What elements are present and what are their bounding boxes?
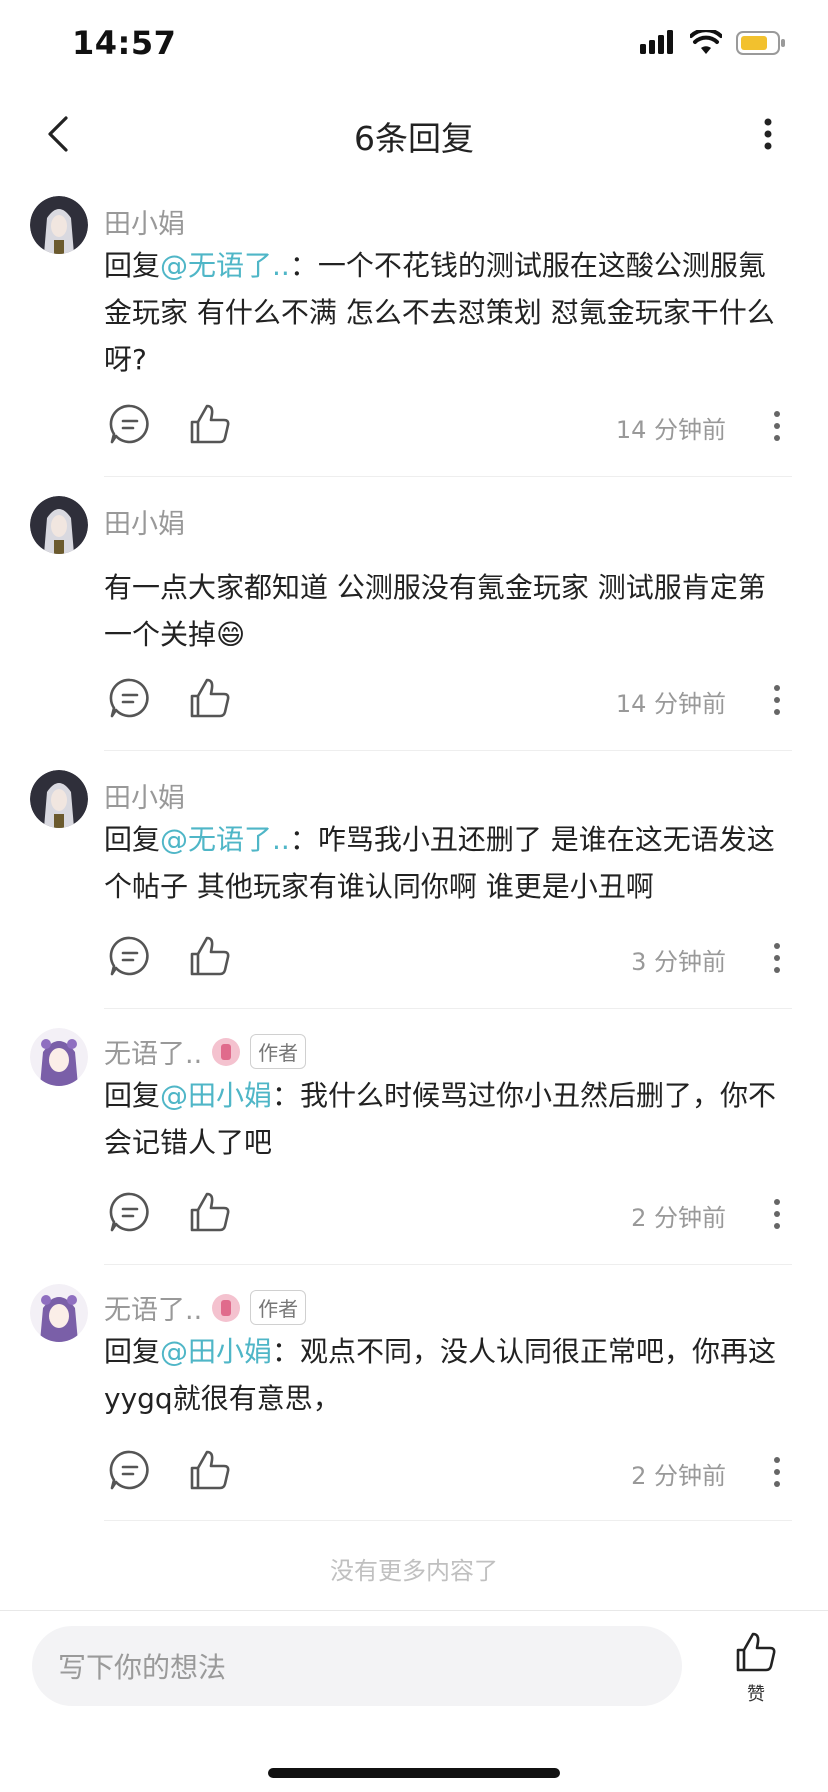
more-vertical-icon[interactable] [768, 1452, 786, 1492]
divider [104, 1520, 792, 1521]
like-icon[interactable] [188, 402, 232, 446]
cellular-signal-icon [640, 30, 673, 54]
home-indicator[interactable] [268, 1768, 560, 1778]
author-name[interactable]: 无语了.. [104, 1288, 202, 1327]
user-avatar[interactable] [30, 496, 88, 554]
action-row: 14 分钟前 [104, 676, 792, 724]
divider [0, 1610, 828, 1611]
mention-link[interactable]: @无语了.. [160, 823, 290, 856]
divider [104, 1008, 792, 1009]
author-row: 无语了.. 作者 [104, 1288, 307, 1327]
more-vertical-icon[interactable] [768, 406, 786, 446]
reply-prefix: 回复 [104, 823, 161, 856]
no-more-content: 没有更多内容了 [330, 1557, 498, 1585]
mention-link[interactable]: @田小娟 [160, 1079, 272, 1112]
like-icon[interactable] [188, 1448, 232, 1492]
like-button[interactable]: 赞 [726, 1630, 786, 1706]
comment-body: 有一点大家都知道 公测服没有氪金玩家 测试服肯定第一个关掉😄 [104, 571, 766, 651]
mention-colon: ： [289, 823, 318, 856]
author-row: 田小娟 [104, 202, 185, 241]
action-row: 14 分钟前 [104, 402, 792, 450]
like-icon[interactable] [188, 934, 232, 978]
comment-time: 14 分钟前 [615, 690, 726, 718]
page-title: 6条回复 [354, 119, 474, 158]
more-vertical-icon[interactable] [768, 938, 786, 978]
mention-colon: ： [272, 1079, 301, 1112]
level-badge-icon [212, 1037, 241, 1066]
level-badge-icon [212, 1293, 241, 1322]
wifi-icon [690, 30, 722, 54]
action-row: 2 分钟前 [104, 1448, 792, 1496]
author-name[interactable]: 田小娟 [104, 502, 185, 541]
reply-icon[interactable] [108, 402, 152, 446]
author-row: 无语了.. 作者 [104, 1032, 307, 1071]
comment-text: 回复@无语了..：咋骂我小丑还删了 是谁在这无语发这个帖子 其他玩家有谁认同你啊… [104, 816, 792, 910]
user-avatar[interactable] [30, 770, 88, 828]
more-vertical-icon[interactable] [768, 680, 786, 720]
more-vertical-icon[interactable] [768, 1194, 786, 1234]
author-name[interactable]: 田小娟 [104, 776, 185, 815]
reply-icon[interactable] [108, 1448, 152, 1492]
reply-prefix: 回复 [104, 1335, 161, 1368]
comment-time: 2 分钟前 [631, 1462, 726, 1490]
author-name[interactable]: 无语了.. [104, 1032, 202, 1071]
like-icon[interactable] [188, 1190, 232, 1234]
comment-text: 回复@田小娟：我什么时候骂过你小丑然后删了，你不会记错人了吧 [104, 1072, 792, 1166]
reply-icon[interactable] [108, 934, 152, 978]
nav-bar: 6条回复 [0, 92, 828, 174]
status-bar: 14:57 [0, 0, 828, 92]
action-row: 2 分钟前 [104, 1190, 792, 1238]
mention-link[interactable]: @田小娟 [160, 1335, 272, 1368]
divider [104, 750, 792, 751]
user-avatar[interactable] [30, 1284, 88, 1342]
like-icon [736, 1632, 776, 1672]
comment-input[interactable] [56, 1626, 660, 1708]
reply-icon[interactable] [108, 676, 152, 720]
comment-text: 回复@无语了..：一个不花钱的测试服在这酸公测服氪金玩家 有什么不满 怎么不去怼… [104, 242, 792, 383]
like-icon[interactable] [188, 676, 232, 720]
reply-prefix: 回复 [104, 1079, 161, 1112]
author-tag: 作者 [250, 1034, 307, 1069]
status-icons [640, 30, 786, 56]
comment-time: 2 分钟前 [631, 1204, 726, 1232]
reply-prefix: 回复 [104, 249, 161, 282]
like-label: 赞 [747, 1684, 765, 1705]
divider [104, 476, 792, 477]
action-row: 3 分钟前 [104, 934, 792, 982]
mention-colon: ： [272, 1335, 301, 1368]
more-vertical-icon[interactable] [750, 114, 786, 154]
author-row: 田小娟 [104, 776, 185, 815]
comment-time: 14 分钟前 [615, 416, 726, 444]
reply-icon[interactable] [108, 1190, 152, 1234]
mention-link[interactable]: @无语了.. [160, 249, 290, 282]
comment-text: 有一点大家都知道 公测服没有氪金玩家 测试服肯定第一个关掉😄 [104, 564, 792, 658]
mention-colon: ： [289, 249, 318, 282]
user-avatar[interactable] [30, 1028, 88, 1086]
user-avatar[interactable] [30, 196, 88, 254]
comment-text: 回复@田小娟：观点不同，没人认同很正常吧，你再这yygq就很有意思， [104, 1328, 792, 1422]
comment-input-container[interactable] [32, 1626, 682, 1708]
author-name[interactable]: 田小娟 [104, 202, 185, 241]
divider [104, 1264, 792, 1265]
author-tag: 作者 [250, 1290, 307, 1325]
comment-time: 3 分钟前 [631, 948, 726, 976]
battery-icon [736, 31, 785, 55]
status-time: 14:57 [72, 24, 177, 62]
author-row: 田小娟 [104, 502, 185, 541]
